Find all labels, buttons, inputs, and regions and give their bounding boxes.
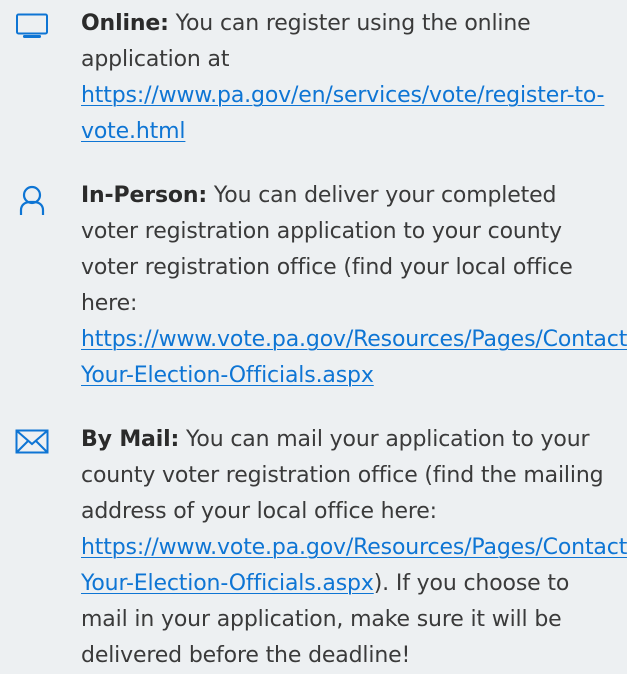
online-description: Online: You can register using the onlin…	[81, 6, 619, 150]
online-label: Online:	[81, 11, 169, 36]
in-person-description: In-Person: You can deliver your complete…	[81, 178, 627, 394]
monitor-icon	[12, 13, 52, 47]
registration-method-mail: By Mail: You can mail your application t…	[0, 422, 627, 674]
mail-label: By Mail:	[81, 427, 180, 452]
envelope-icon	[12, 429, 52, 463]
contact-election-officials-link[interactable]: https://www.vote.pa.gov/Resources/Pages/…	[81, 327, 627, 388]
mail-description: By Mail: You can mail your application t…	[81, 422, 627, 674]
in-person-label: In-Person:	[81, 183, 208, 208]
online-registration-link[interactable]: https://www.pa.gov/en/services/vote/regi…	[81, 83, 604, 144]
page: Online: You can register using the onlin…	[0, 0, 627, 668]
registration-method-online: Online: You can register using the onlin…	[0, 6, 627, 150]
registration-method-in-person: In-Person: You can deliver your complete…	[0, 178, 627, 394]
person-icon	[12, 185, 52, 219]
